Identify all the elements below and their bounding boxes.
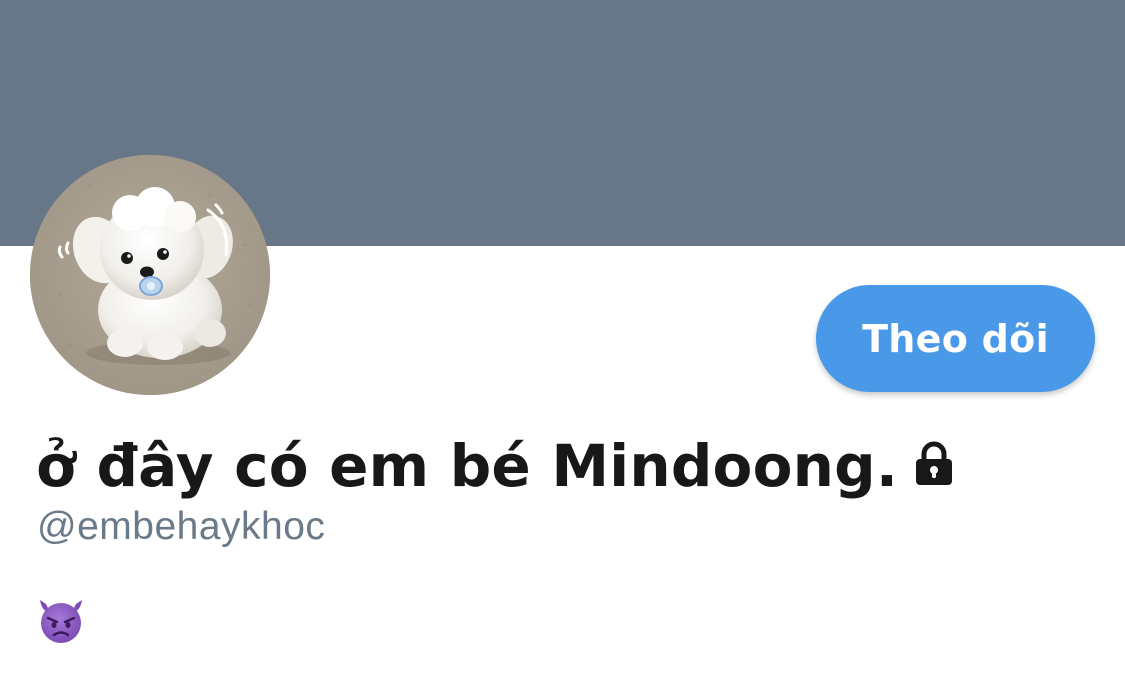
- puppy-avatar-image: [30, 155, 270, 395]
- follow-button-label: Theo dõi: [862, 316, 1049, 361]
- username-handle: @embehaykhoc: [37, 505, 326, 548]
- display-name: ở đây có em bé Mindoong.: [36, 432, 899, 500]
- display-name-row: ở đây có em bé Mindoong.: [36, 428, 958, 504]
- follow-button[interactable]: Theo dõi: [816, 285, 1095, 392]
- angry-devil-face-icon: [36, 596, 86, 644]
- profile-avatar[interactable]: [30, 155, 270, 395]
- lock-icon: [910, 440, 958, 488]
